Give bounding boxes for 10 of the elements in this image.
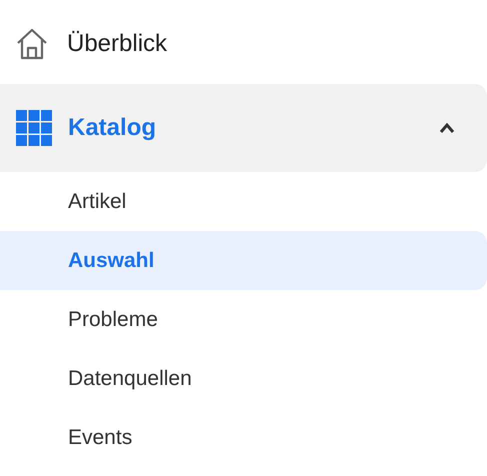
- nav-subitem[interactable]: Artikel: [0, 172, 487, 231]
- nav-subitem[interactable]: Events: [0, 408, 487, 467]
- nav-group[interactable]: Katalog: [0, 84, 487, 172]
- nav-subitem[interactable]: Auswahl: [0, 231, 487, 290]
- nav-subitem[interactable]: Probleme: [0, 290, 487, 349]
- nav-item[interactable]: Überblick: [0, 14, 487, 74]
- chevron-icon: [439, 122, 455, 134]
- grid-icon: [16, 110, 52, 146]
- home-icon: [15, 27, 49, 61]
- nav-subitem[interactable]: Datenquellen: [0, 349, 487, 408]
